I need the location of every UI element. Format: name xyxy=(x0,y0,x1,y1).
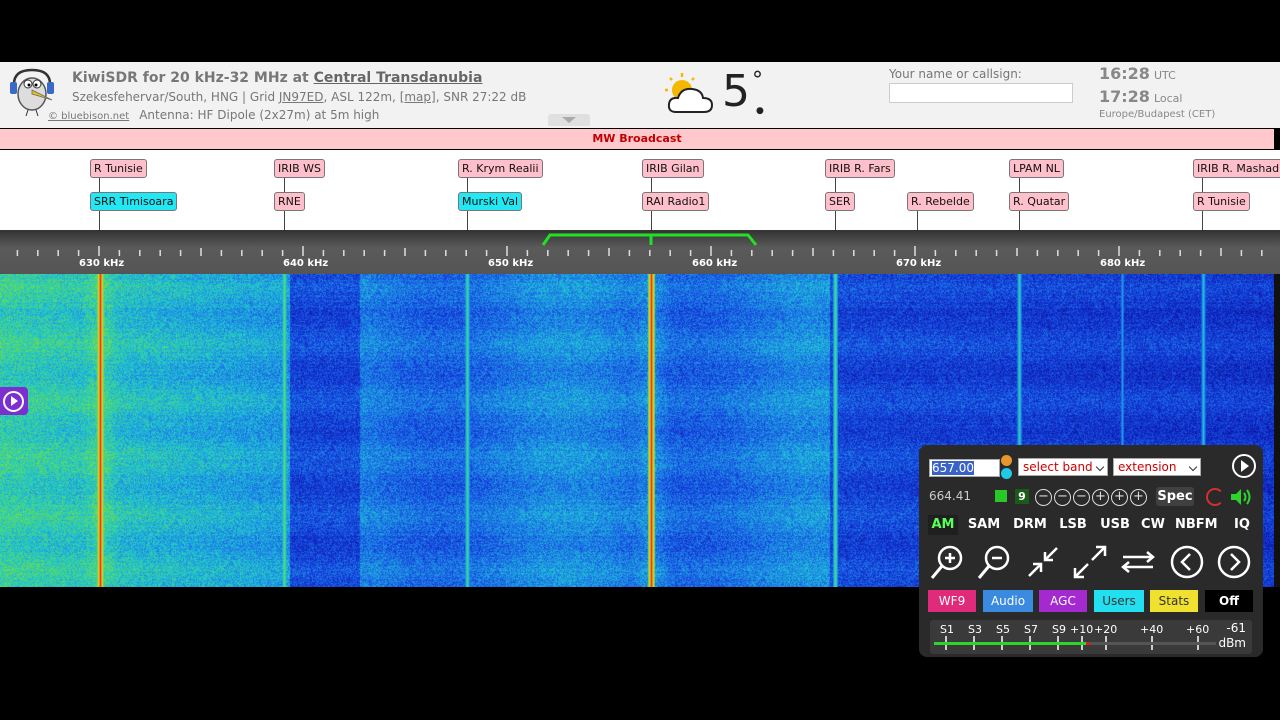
scale-label: 680 kHz xyxy=(1100,258,1146,269)
scale-label: 660 kHz xyxy=(692,258,738,269)
step-up-large-icon[interactable]: + xyxy=(1130,489,1147,506)
station-label[interactable]: IRIB R. Fars xyxy=(825,159,895,178)
play-circle-icon[interactable] xyxy=(1232,454,1256,478)
freq-down-icon[interactable] xyxy=(1001,468,1012,479)
top-bar: KiwiSDR for 20 kHz-32 MHz at Central Tra… xyxy=(0,62,1280,128)
map-link[interactable]: [map] xyxy=(400,90,436,104)
location-link[interactable]: Central Transdanubia xyxy=(314,70,483,86)
step-down-medium-icon[interactable]: − xyxy=(1054,489,1071,506)
grid-link[interactable]: JN97ED xyxy=(279,90,324,104)
stats-button[interactable]: Stats xyxy=(1150,590,1198,612)
step-up-medium-icon[interactable]: + xyxy=(1111,489,1128,506)
frequency-step-arrows xyxy=(1001,455,1013,481)
temperature: 5 xyxy=(722,66,750,117)
off-button[interactable]: Off xyxy=(1205,590,1253,612)
page-right-icon[interactable] xyxy=(1214,542,1254,582)
marker-line xyxy=(917,210,918,230)
band-bar[interactable]: MW Broadcast xyxy=(0,129,1274,149)
users-button[interactable]: Users xyxy=(1094,590,1144,612)
station-label[interactable]: R Tunisie xyxy=(90,159,147,178)
external-link-icon[interactable] xyxy=(995,490,1007,502)
zoom-in-icon[interactable] xyxy=(928,542,968,582)
station-label[interactable]: SRR Timisoara xyxy=(90,192,178,211)
copyright-link[interactable]: © bluebison.net xyxy=(48,111,129,122)
station-label[interactable]: Murski Val xyxy=(458,192,523,211)
spec-button[interactable]: Spec xyxy=(1156,487,1194,506)
antenna-info: © bluebison.net Antenna: HF Dipole (2x27m… xyxy=(48,108,380,122)
s-meter-fill xyxy=(934,642,1090,645)
zoom-band-icon[interactable] xyxy=(1023,542,1063,582)
mode-nbfm-button[interactable]: NBFM xyxy=(1175,515,1218,535)
play-icon xyxy=(3,391,24,412)
station-label[interactable]: LPAM NL xyxy=(1009,159,1064,178)
control-panel: 657.00 select band extension 664.41 9 − … xyxy=(919,445,1263,657)
agc-button[interactable]: AGC xyxy=(1039,590,1087,612)
zoom-out-icon[interactable] xyxy=(975,542,1015,582)
audio-button[interactable]: Audio xyxy=(983,590,1033,612)
rain-drop-icon: ● xyxy=(756,106,764,116)
station-label[interactable]: R. Krym Realii xyxy=(458,159,543,178)
s-meter-ticks xyxy=(945,636,1199,650)
freq-up-icon[interactable] xyxy=(1001,455,1012,466)
step-up-small-icon[interactable]: + xyxy=(1092,489,1109,506)
refresh-icon[interactable] xyxy=(1206,488,1224,506)
zoom-max-out-icon[interactable] xyxy=(1070,542,1110,582)
passband-marker xyxy=(541,233,758,246)
passband-frequency: 664.41 xyxy=(929,489,971,503)
frequency-scale[interactable]: 630 kHz 640 kHz 650 kHz 660 kHz 670 kHz … xyxy=(0,230,1280,274)
site-subtitle: Szekesfehervar/South, HNG | Grid JN97ED,… xyxy=(72,90,527,104)
band-select[interactable]: select band xyxy=(1018,458,1108,476)
mode-sam-button[interactable]: SAM xyxy=(966,515,1002,535)
mode-cw-button[interactable]: CW xyxy=(1140,515,1166,535)
speaker-icon[interactable] xyxy=(1229,487,1253,507)
mode-lsb-button[interactable]: LSB xyxy=(1057,515,1089,535)
station-label[interactable]: IRIB R. Mashad xyxy=(1193,159,1280,178)
station-labels: R Tunisie SRR Timisoara IRIB WS RNE R. K… xyxy=(0,150,1280,230)
step-down-small-icon[interactable]: − xyxy=(1073,489,1090,506)
wf-button[interactable]: WF9 xyxy=(928,590,976,612)
timezone: Europe/Budapest (CET) xyxy=(1099,109,1216,120)
station-label[interactable]: RAI Radio1 xyxy=(642,192,710,211)
local-clock: 17:28 Local xyxy=(1099,87,1183,106)
signal-level: -61 xyxy=(1226,621,1246,635)
collapse-top-bar-button[interactable] xyxy=(548,114,590,126)
callsign-input[interactable] xyxy=(889,83,1073,103)
s-meter-peak xyxy=(1086,642,1091,645)
utc-clock: 16:28 UTC xyxy=(1099,64,1176,83)
scale-label: 650 kHz xyxy=(488,258,534,269)
swap-arrows-icon[interactable] xyxy=(1118,542,1158,582)
step-indicator[interactable]: 9 xyxy=(1015,489,1029,504)
scale-label: 630 kHz xyxy=(79,258,125,269)
mode-iq-button[interactable]: IQ xyxy=(1232,515,1252,535)
station-label[interactable]: R Tunisie xyxy=(1193,192,1250,211)
station-label[interactable]: IRIB Gilan xyxy=(642,159,704,178)
play-button[interactable] xyxy=(0,387,28,415)
mode-am-button[interactable]: AM xyxy=(928,515,958,535)
extension-select[interactable]: extension xyxy=(1113,458,1201,476)
frequency-input[interactable]: 657.00 xyxy=(929,459,1000,477)
station-label[interactable]: SER xyxy=(825,192,855,211)
mode-usb-button[interactable]: USB xyxy=(1098,515,1132,535)
page-left-icon[interactable] xyxy=(1167,542,1207,582)
station-label[interactable]: R. Rebelde xyxy=(907,192,974,211)
scale-ticks xyxy=(16,233,1263,256)
station-label[interactable]: IRIB WS xyxy=(274,159,326,178)
name-label: Your name or callsign: xyxy=(889,67,1022,81)
waterfall-scrollbar[interactable] xyxy=(1274,274,1280,587)
site-title: KiwiSDR for 20 kHz-32 MHz at Central Tra… xyxy=(72,70,483,86)
partly-cloudy-icon xyxy=(665,73,714,113)
step-down-large-icon[interactable]: − xyxy=(1035,489,1052,506)
station-label[interactable]: R. Quatar xyxy=(1009,192,1070,211)
s-meter: S1 S3 S5 S7 S9 +10 +20 +40 +60 -61 dBm xyxy=(930,620,1252,654)
scale-label: 640 kHz xyxy=(283,258,329,269)
scale-label: 670 kHz xyxy=(896,258,942,269)
degree-symbol: ° xyxy=(752,68,763,93)
signal-unit: dBm xyxy=(1218,636,1246,650)
mode-drm-button[interactable]: DRM xyxy=(1011,515,1049,535)
station-label[interactable]: RNE xyxy=(274,192,305,211)
